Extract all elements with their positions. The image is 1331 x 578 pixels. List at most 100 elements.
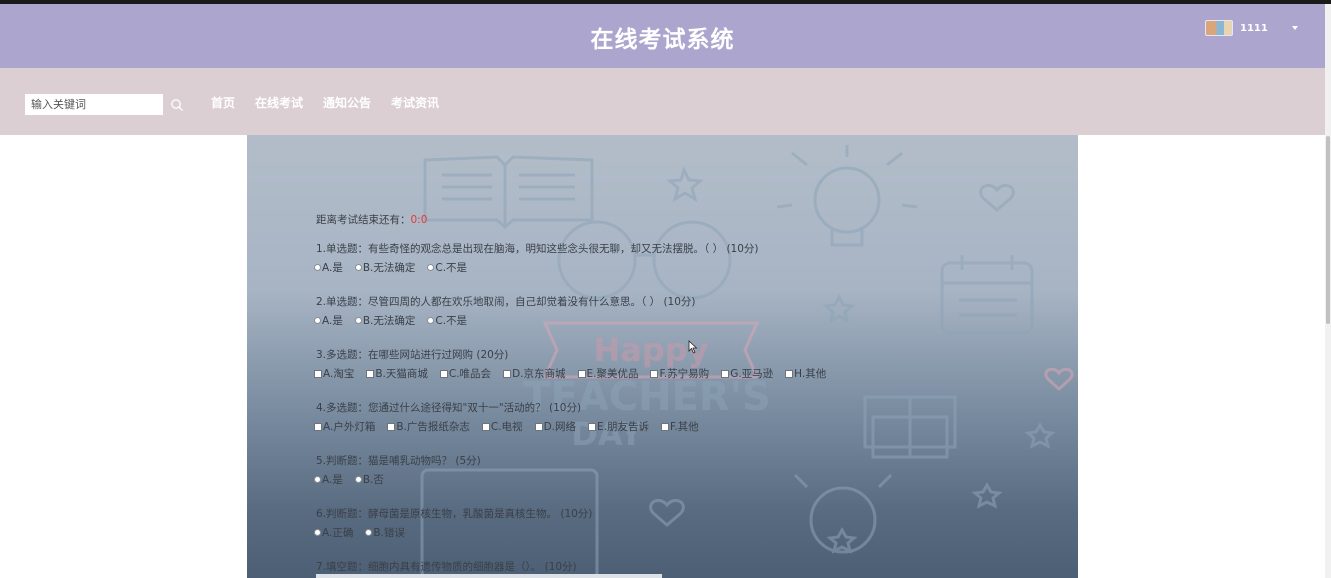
checkbox[interactable] [503, 369, 512, 378]
search-icon[interactable] [170, 98, 184, 112]
question-title: 5.判断题：猫是哺乳动物吗？ (5分) [316, 455, 481, 467]
exam-panel: Happy TEACHER'S DAY 距离考试结束还有：0:0 1.单选题：有… [247, 135, 1078, 578]
radio-button[interactable] [427, 317, 435, 324]
option-label: F.苏宁易购 [659, 368, 710, 380]
checkbox[interactable] [534, 422, 543, 431]
checkbox-option[interactable]: G.亚马逊 [721, 366, 773, 381]
radio-option[interactable]: C.不是 [427, 260, 467, 275]
radio-option[interactable]: B.无法确定 [354, 260, 416, 275]
option-label: E.聚美优品 [586, 368, 639, 380]
radio-option[interactable]: A.是 [314, 260, 343, 275]
question-item: 7.填空题：细胞内具有遗传物质的细胞器是（）。 (10分) [316, 559, 1056, 574]
checkbox[interactable] [577, 369, 586, 378]
site-header: 在线考试系统 1111 [0, 4, 1325, 68]
timer-value: 0:0 [410, 214, 428, 226]
checkbox-option[interactable]: A.户外灯箱 [314, 419, 375, 434]
radio-option[interactable]: B.无法确定 [354, 313, 416, 328]
checkbox[interactable] [387, 422, 396, 431]
radio-button[interactable] [354, 264, 362, 271]
question-options: A.是 B.否 [314, 472, 1056, 487]
radio-button[interactable] [314, 264, 321, 271]
checkbox[interactable] [439, 369, 448, 378]
heart-icon [979, 184, 1015, 212]
radio-button[interactable] [314, 317, 321, 324]
avatar[interactable] [1205, 20, 1233, 36]
option-label: C.不是 [435, 315, 468, 327]
checkbox-option[interactable]: C.电视 [481, 419, 523, 434]
checkbox-option[interactable]: C.唯品会 [439, 366, 491, 381]
option-label: B.否 [362, 474, 384, 486]
checkbox-option[interactable]: D.网络 [534, 419, 576, 434]
radio-button[interactable] [365, 529, 373, 536]
radio-button[interactable] [314, 529, 321, 536]
nav-link-online-exam[interactable]: 在线考试 [255, 94, 303, 111]
option-label: G.亚马逊 [730, 368, 774, 380]
question-list: 1.单选题：有些奇怪的观念总是出现在脑海，明知这些念头很无聊，却又无法摆脱。（ … [314, 241, 1056, 574]
nav-link-home[interactable]: 首页 [211, 94, 235, 111]
star-icon [666, 165, 704, 203]
checkbox[interactable] [650, 369, 659, 378]
checkbox-option[interactable]: F.苏宁易购 [650, 366, 709, 381]
search-input[interactable] [25, 94, 163, 115]
question-item: 6.判断题：酵母菌是原核生物，乳酸菌是真核生物。 (10分) A.正确 B.错误 [314, 506, 1056, 540]
question-title: 7.填空题：细胞内具有遗传物质的细胞器是（）。 (10分) [316, 561, 577, 573]
exam-timer: 距离考试结束还有：0:0 [316, 212, 1056, 227]
checkbox-option[interactable]: B.广告报纸杂志 [387, 419, 470, 434]
radio-button[interactable] [354, 476, 362, 483]
nav-link-notices[interactable]: 通知公告 [323, 94, 371, 111]
checkbox[interactable] [721, 369, 730, 378]
checkbox[interactable] [660, 422, 669, 431]
checkbox[interactable] [366, 369, 375, 378]
username[interactable]: 1111 [1240, 23, 1268, 34]
radio-button[interactable] [354, 317, 362, 324]
question-title: 4.多选题：您通过什么途径得知"双十一"活动的？ (10分) [316, 402, 582, 414]
question-title: 1.单选题：有些奇怪的观念总是出现在脑海，明知这些念头很无聊，却又无法摆脱。（ … [316, 243, 759, 255]
nav-bar: 首页 在线考试 通知公告 考试资讯 [0, 68, 1325, 135]
checkbox[interactable] [481, 422, 490, 431]
checkbox-option[interactable]: E.聚美优品 [577, 366, 639, 381]
question-options: A.正确 B.错误 [314, 525, 1056, 540]
option-label: C.不是 [435, 262, 468, 274]
option-label: B.广告报纸杂志 [396, 421, 470, 433]
radio-option[interactable]: B.否 [354, 472, 384, 487]
checkbox-option[interactable]: B.天猫商城 [366, 366, 428, 381]
user-menu[interactable]: 1111 [1205, 18, 1298, 38]
option-label: B.无法确定 [362, 262, 416, 274]
checkbox-option[interactable]: A.淘宝 [314, 366, 354, 381]
checkbox[interactable] [314, 422, 322, 431]
nav-link-exam-news[interactable]: 考试资讯 [391, 94, 439, 111]
question-title: 2.单选题：尽管四周的人都在欢乐地取闹，自己却觉着没有什么意思。（ ） (10分… [316, 296, 696, 308]
page-scrollbar[interactable] [1325, 4, 1331, 578]
radio-option[interactable]: A.正确 [314, 525, 353, 540]
checkbox-option[interactable]: H.其他 [785, 366, 826, 381]
checkbox[interactable] [588, 422, 596, 431]
option-label: B.天猫商城 [375, 368, 428, 380]
caret-down-icon[interactable] [1291, 26, 1298, 30]
checkbox[interactable] [785, 369, 794, 378]
option-label: A.正确 [322, 527, 354, 539]
fill-blank-input[interactable] [316, 574, 662, 578]
checkbox-option[interactable]: D.京东商城 [503, 366, 566, 381]
scrollbar-thumb[interactable] [1326, 136, 1330, 324]
question-item: 5.判断题：猫是哺乳动物吗？ (5分) A.是 B.否 [314, 453, 1056, 487]
question-options: A.淘宝 B.天猫商城 C.唯品会 D.京东商城 E.聚美优品 F.苏宁易购 G.亚马逊 H.… [314, 366, 1056, 381]
mouse-cursor-icon [688, 340, 698, 354]
radio-button[interactable] [314, 476, 321, 483]
radio-option[interactable]: C.不是 [427, 313, 467, 328]
radio-button[interactable] [427, 264, 435, 271]
option-label: B.无法确定 [362, 315, 416, 327]
checkbox-option[interactable]: F.其他 [660, 419, 699, 434]
radio-option[interactable]: B.错误 [365, 525, 405, 540]
question-options: A.是 B.无法确定 C.不是 [314, 313, 1056, 328]
radio-option[interactable]: A.是 [314, 472, 343, 487]
question-options: A.户外灯箱 B.广告报纸杂志 C.电视 D.网络 E.朋友告诉 F.其他 [314, 419, 1056, 434]
option-label: B.错误 [373, 527, 405, 539]
checkbox[interactable] [314, 369, 322, 378]
option-label: A.是 [322, 315, 343, 327]
question-item: 1.单选题：有些奇怪的观念总是出现在脑海，明知这些念头很无聊，却又无法摆脱。（ … [314, 241, 1056, 275]
checkbox-option[interactable]: E.朋友告诉 [588, 419, 649, 434]
option-label: A.是 [322, 262, 343, 274]
exam-form: 距离考试结束还有：0:0 1.单选题：有些奇怪的观念总是出现在脑海，明知这些念头… [314, 212, 1056, 578]
timer-label: 距离考试结束还有： [316, 214, 411, 226]
radio-option[interactable]: A.是 [314, 313, 343, 328]
